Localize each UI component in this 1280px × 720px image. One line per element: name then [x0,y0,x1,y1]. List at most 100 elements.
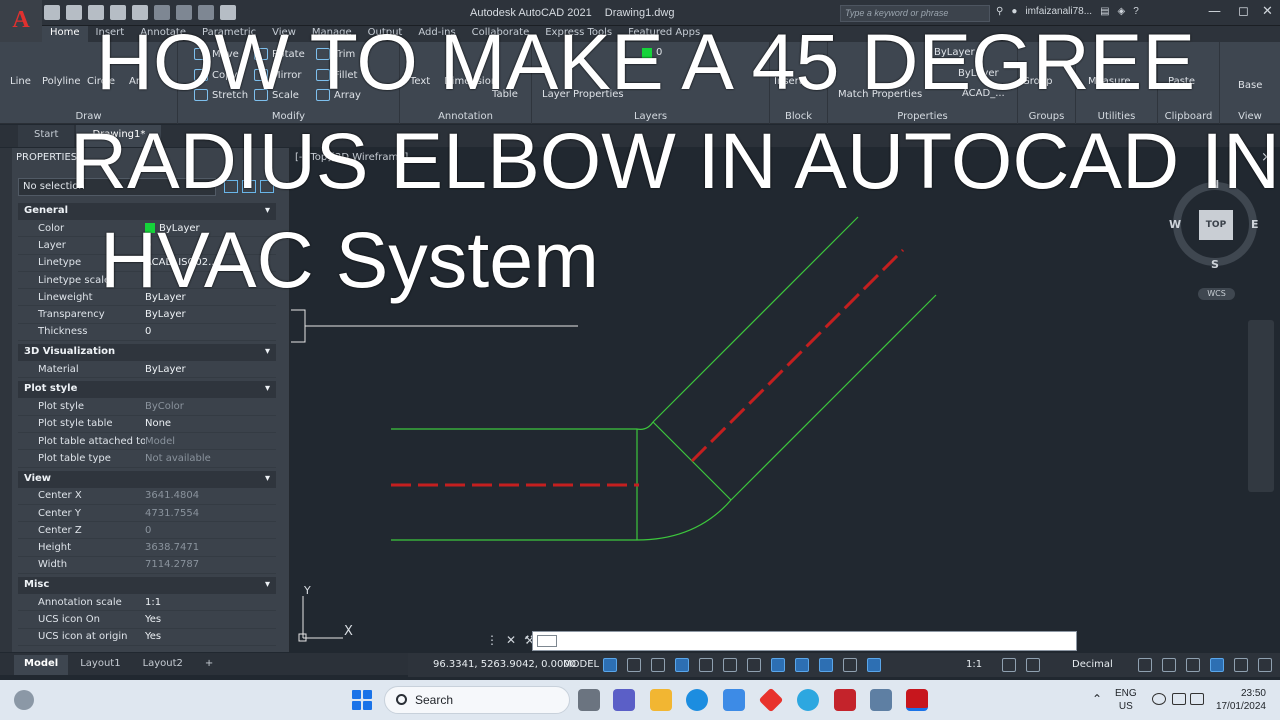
annotation-visibility-icon[interactable] [867,658,881,672]
copy-tool[interactable]: Copy [194,69,237,81]
array-tool[interactable]: Array [316,89,361,101]
lock-ui-icon[interactable] [1162,658,1176,672]
start-button[interactable] [352,690,372,710]
drawing-viewport[interactable]: [-][Top][2D Wireframe] × TOP N S E W WCS… [291,148,1280,652]
ortho-icon[interactable] [699,658,713,672]
new-file-icon[interactable] [44,5,60,20]
properties-panel-title[interactable]: Properties [828,111,1017,122]
modify-panel-title[interactable]: Modify [178,111,399,122]
compass-west[interactable]: W [1169,218,1181,231]
line-tool[interactable]: Line [10,76,31,87]
maximize-icon[interactable]: ◻ [1238,4,1249,19]
property-row[interactable]: Layer 0 [18,237,276,255]
quick-select-icon[interactable] [260,180,274,193]
tab-home[interactable]: Home [42,26,88,42]
customization-icon[interactable] [1258,658,1272,672]
compass-south[interactable]: S [1211,258,1219,271]
property-row[interactable]: Width 7114.2787 [18,557,276,575]
drawing-canvas[interactable] [291,148,1280,652]
isodraft-icon[interactable] [747,658,761,672]
chevron-up-icon[interactable]: ⌃ [1092,692,1102,706]
save-as-icon[interactable] [110,5,126,20]
anydesk-icon[interactable] [758,687,784,713]
mirror-tool[interactable]: Mirror [254,69,301,81]
draw-panel-title[interactable]: Draw [0,111,177,122]
property-row[interactable]: Plot style table None [18,416,276,433]
annotation-monitor-icon[interactable] [1026,658,1040,672]
insert-tool[interactable]: Insert [774,76,803,87]
tab-view[interactable]: View [264,26,304,42]
open-file-icon[interactable] [66,5,82,20]
match-properties-tool[interactable]: Match Properties [838,89,922,100]
mcafee-icon[interactable] [834,689,856,711]
share-icon[interactable] [220,5,236,20]
group-tool[interactable]: Group [1022,76,1052,87]
category-plot-style[interactable]: Plot style ▾ [18,381,276,399]
cart-icon[interactable]: ▤ [1100,6,1109,17]
minimize-icon[interactable]: — [1208,4,1221,19]
color-dropdown[interactable]: ByLayer [934,47,975,58]
grid-icon[interactable] [603,658,617,672]
block-panel-title[interactable]: Block [770,111,827,122]
viewport-controls[interactable]: [-][Top][2D Wireframe] [295,152,408,163]
store-icon[interactable] [723,689,745,711]
annotation-panel-title[interactable]: Annotation [400,111,531,122]
tab-layout2[interactable]: Layout2 [133,655,193,675]
tab-layout1[interactable]: Layout1 [70,655,130,675]
utilities-panel-title[interactable]: Utilities [1076,111,1157,122]
snap-icon[interactable] [627,658,641,672]
battery-icon[interactable] [1190,693,1204,705]
property-row[interactable]: Transparency ByLayer [18,306,276,324]
measure-tool[interactable]: Measure [1088,76,1131,87]
base-tool[interactable]: Base [1238,80,1262,91]
rotate-tool[interactable]: Rotate [254,48,305,60]
redo-icon[interactable] [198,5,214,20]
hardware-acceleration-icon[interactable] [1210,658,1224,672]
tab-insert[interactable]: Insert [88,26,133,42]
property-row[interactable]: Center Y 4731.7554 [18,505,276,523]
dynamic-input-icon[interactable] [675,658,689,672]
help-button[interactable]: ? [1133,6,1139,17]
autocad-taskbar-icon[interactable] [906,689,928,711]
tab-collaborate[interactable]: Collaborate [464,26,538,42]
edge-icon[interactable] [686,689,708,711]
text-tool[interactable]: Text [410,76,430,87]
move-tool[interactable]: Move [194,48,239,60]
tab-featured-apps[interactable]: Featured Apps [620,26,708,42]
category-3d-visualization[interactable]: 3D Visualization ▾ [18,344,276,362]
property-row[interactable]: UCS icon at origin Yes [18,629,276,646]
weather-icon[interactable] [14,690,34,710]
tab-parametric[interactable]: Parametric [194,26,264,42]
toggle-pickadd-icon[interactable] [224,180,238,193]
tab-annotate[interactable]: Annotate [132,26,194,42]
command-prompt-icon[interactable] [537,635,557,647]
selection-dropdown[interactable]: No selection [18,178,216,196]
workspace-gear-icon[interactable] [1002,658,1016,672]
infer-constraints-icon[interactable] [651,658,665,672]
navigation-bar[interactable] [1248,320,1274,492]
grip-icon[interactable]: ⋮ [486,633,498,647]
add-layout-button[interactable]: + [195,655,223,675]
property-row[interactable]: Linetype ACAD_ISO02... [18,255,276,272]
stretch-tool[interactable]: Stretch [194,89,248,101]
tab-output[interactable]: Output [360,26,411,42]
tab-add-ins[interactable]: Add-ins [410,26,463,42]
teams-icon[interactable] [613,689,635,711]
file-explorer-icon[interactable] [650,689,672,711]
tab-express-tools[interactable]: Express Tools [537,26,620,42]
property-row[interactable]: Height 3638.7471 [18,539,276,557]
dimension-tool[interactable]: Dimension [444,76,497,87]
layers-panel-title[interactable]: Layers [532,111,769,122]
compass-north[interactable]: N [1210,178,1219,191]
clock[interactable]: 23:50 17/01/2024 [1210,687,1266,713]
property-row[interactable]: Thickness 0 [18,324,276,342]
task-view-icon[interactable] [578,689,600,711]
category-view[interactable]: View ▾ [18,470,276,488]
select-objects-icon[interactable] [242,180,256,193]
fillet-tool[interactable]: Fillet [316,69,357,81]
current-layer-dropdown[interactable]: 0 [642,47,662,58]
linetype-dropdown[interactable]: ACAD_... [962,88,1005,99]
property-row[interactable]: UCS icon On Yes [18,611,276,629]
view-panel-title[interactable]: View [1220,111,1280,122]
undo-icon[interactable] [176,5,192,20]
